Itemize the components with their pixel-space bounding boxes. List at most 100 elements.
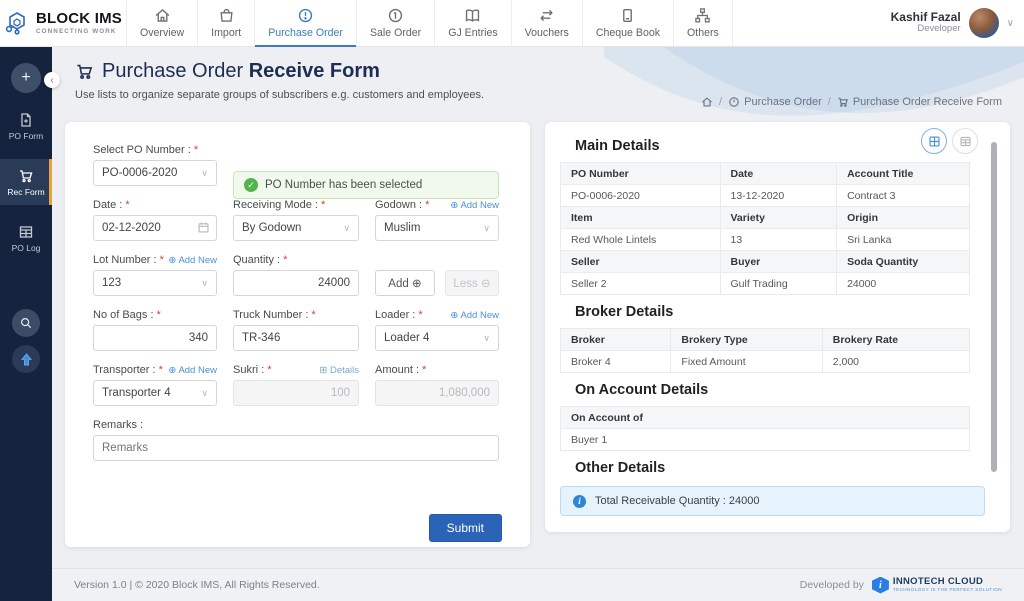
loader-select[interactable]: Loader 4 ∨ <box>375 325 499 351</box>
receiving-mode-select[interactable]: By Godown ∨ <box>233 215 359 241</box>
search-button[interactable] <box>12 309 40 337</box>
table-header-row: SellerBuyerSoda Quantity <box>561 251 970 273</box>
top-navigation: Overview Import Purchase Order Sale Orde… <box>127 0 733 46</box>
nav-label: Sale Order <box>370 27 421 39</box>
table-header-row: PO NumberDateAccount Title <box>561 163 970 185</box>
table-row: Red Whole Lintels13Sri Lanka <box>561 229 970 251</box>
godown-select[interactable]: Muslim ∨ <box>375 215 499 241</box>
user-name: Kashif Fazal <box>891 11 961 25</box>
chevron-down-icon[interactable]: ∨ <box>1007 18 1014 29</box>
field-label: Loader :* ⊕ Add New <box>375 309 499 321</box>
field-label: Godown :* ⊕ Add New <box>375 199 499 211</box>
lot-number-select[interactable]: 123 ∨ <box>93 270 217 296</box>
breadcrumb-purchase-order[interactable]: Purchase Order <box>728 96 822 108</box>
sidebar: + ‹ PO Form Rec Form PO Log <box>0 47 52 601</box>
nav-label: Overview <box>140 27 184 39</box>
nav-purchase-order[interactable]: Purchase Order <box>255 0 357 46</box>
section-title-other-details: Other Details <box>575 460 985 476</box>
chevron-down-icon: ∨ <box>201 168 208 179</box>
app-launcher-button[interactable] <box>12 345 40 373</box>
alert-text: PO Number has been selected <box>265 179 422 191</box>
breadcrumb-home[interactable] <box>701 96 713 108</box>
table-row: Seller 2Gulf Trading24000 <box>561 273 970 295</box>
sidebar-item-rec-form[interactable]: Rec Form <box>0 159 52 205</box>
less-icon: ⊖ <box>481 278 491 290</box>
amount-input[interactable] <box>375 380 499 406</box>
add-new-loader-link[interactable]: ⊕ Add New <box>450 310 499 322</box>
quick-add-button[interactable]: + <box>11 63 41 93</box>
repeat-icon <box>538 7 555 24</box>
sidebar-item-po-form[interactable]: PO Form <box>0 103 52 149</box>
nav-label: GJ Entries <box>448 27 497 39</box>
grid-view-toggle[interactable] <box>921 128 947 154</box>
document-plus-icon <box>18 112 34 128</box>
add-new-lot-link[interactable]: ⊕ Add New <box>168 255 217 267</box>
field-label: No of Bags :* <box>93 309 217 321</box>
cart-icon <box>75 62 94 81</box>
sidebar-item-po-log[interactable]: PO Log <box>0 215 52 261</box>
nav-label: Vouchers <box>525 27 569 39</box>
truck-number-input[interactable] <box>233 325 359 351</box>
cart-icon <box>18 168 34 184</box>
field-label: Truck Number :* <box>233 309 359 321</box>
field-label: Date :* <box>93 199 217 211</box>
purchase-order-icon <box>297 7 314 24</box>
details-panel: Main Details PO NumberDateAccount Title … <box>545 122 1010 532</box>
transporter-select[interactable]: Transporter 4 ∨ <box>93 380 217 406</box>
nav-label: Purchase Order <box>268 27 343 39</box>
user-menu[interactable]: Kashif Fazal Developer ∨ <box>891 0 1024 46</box>
section-title-on-account-details: On Account Details <box>575 382 985 398</box>
add-new-godown-link[interactable]: ⊕ Add New <box>450 200 499 212</box>
avatar[interactable] <box>969 8 999 38</box>
page-title: Purchase Order Receive Form <box>102 60 380 83</box>
nav-sale-order[interactable]: Sale Order <box>357 0 435 46</box>
table-row: PO-0006-202013-12-2020Contract 3 <box>561 185 970 207</box>
sukri-details-link[interactable]: ⊞ Details <box>319 365 359 377</box>
brand-logo[interactable]: BLOCK IMS CONNECTING WORK <box>0 0 127 46</box>
check-circle-icon: ✓ <box>244 178 258 192</box>
sukri-input[interactable] <box>233 380 359 406</box>
field-label: Sukri :* ⊞ Details <box>233 364 359 376</box>
nav-overview[interactable]: Overview <box>127 0 198 46</box>
table-view-toggle[interactable] <box>952 128 978 154</box>
innotech-name: INNOTECH CLOUD <box>893 577 1002 587</box>
less-row-button[interactable]: Less ⊖ <box>445 270 499 296</box>
po-number-select[interactable]: PO-0006-2020 ∨ <box>93 160 217 186</box>
sidebar-item-label: PO Form <box>9 131 43 141</box>
nav-vouchers[interactable]: Vouchers <box>512 0 583 46</box>
innotech-cloud-logo[interactable]: i INNOTECH CLOUD TECHNOLOGY IS THE PERFE… <box>872 577 1002 594</box>
breadcrumb-current[interactable]: Purchase Order Receive Form <box>837 96 1002 108</box>
add-icon: ⊕ <box>412 278 422 290</box>
brand-tagline: CONNECTING WORK <box>36 29 122 35</box>
field-label: Amount :* <box>375 364 499 376</box>
nav-gj-entries[interactable]: GJ Entries <box>435 0 511 46</box>
nav-label: Import <box>211 27 241 39</box>
chevron-down-icon: ∨ <box>201 278 208 289</box>
add-row-button[interactable]: Add ⊕ <box>375 270 435 296</box>
grid-icon <box>928 135 941 148</box>
sitemap-icon <box>694 7 711 24</box>
nav-others[interactable]: Others <box>674 0 733 46</box>
quantity-input[interactable] <box>233 270 359 296</box>
submit-button[interactable]: Submit <box>429 514 502 542</box>
no-of-bags-input[interactable] <box>93 325 217 351</box>
nav-cheque-book[interactable]: Cheque Book <box>583 0 674 46</box>
sidebar-collapse-button[interactable]: ‹ <box>44 72 60 88</box>
home-icon <box>701 96 713 108</box>
arrow-up-icon <box>19 352 34 367</box>
home-icon <box>154 7 171 24</box>
nav-import[interactable]: Import <box>198 0 255 46</box>
copyright-text: Version 1.0 | © 2020 Block IMS, All Righ… <box>74 579 320 591</box>
remarks-input[interactable] <box>93 435 499 461</box>
scrollbar-thumb[interactable] <box>991 142 997 472</box>
main-details-table: PO NumberDateAccount Title PO-0006-20201… <box>560 162 970 295</box>
add-new-transporter-link[interactable]: ⊕ Add New <box>168 365 217 377</box>
field-label: Receiving Mode :* <box>233 199 359 211</box>
table-row: Buyer 1 <box>561 429 970 451</box>
main-content: Purchase Order Receive Form Use lists to… <box>52 47 1024 601</box>
cheque-book-icon <box>619 7 636 24</box>
on-account-table: On Account of Buyer 1 <box>560 406 970 451</box>
date-input[interactable] <box>93 215 217 241</box>
purchase-order-icon <box>728 96 740 108</box>
app-window: BLOCK IMS CONNECTING WORK Overview Impor… <box>0 0 1024 601</box>
